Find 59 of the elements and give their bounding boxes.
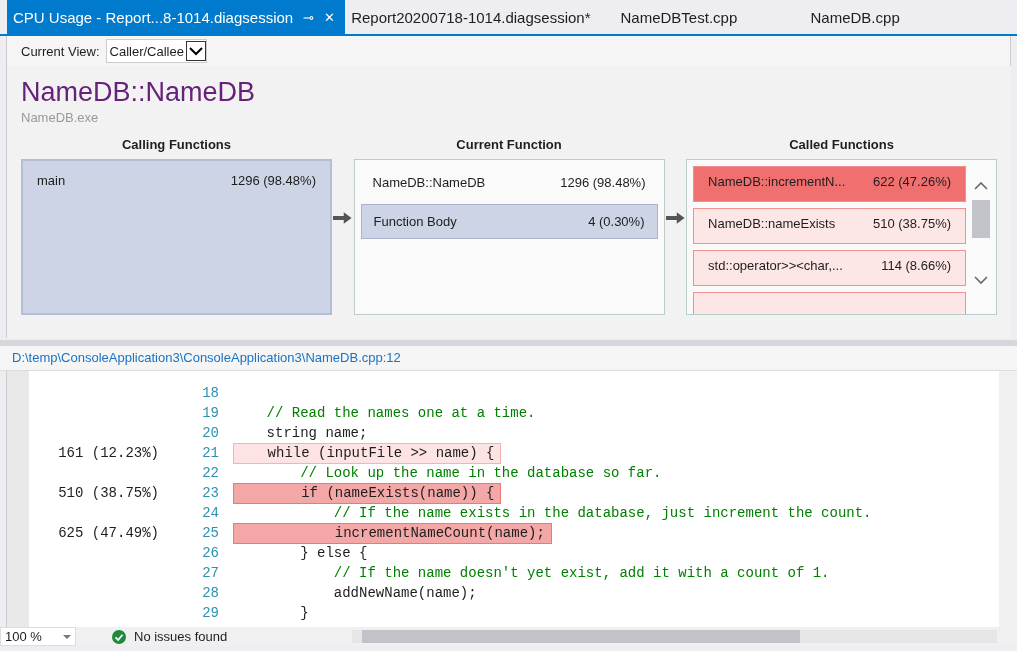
called-function-item[interactable]: NameDB::incrementN... 622 (47.26%): [693, 166, 967, 202]
line-number: 22: [201, 465, 220, 481]
line-number: 18: [201, 385, 220, 401]
code-line: }: [299, 603, 310, 623]
arrow-icon: [665, 211, 686, 225]
function-body-item[interactable]: Function Body 4 (0.30%): [360, 204, 658, 239]
code-line: addNewName(name);: [332, 583, 478, 603]
sample-count: 1296 (98.48%): [560, 175, 646, 190]
called-function-item[interactable]: std::operator>><char,... 114 (8.66%): [693, 250, 967, 286]
document-tab[interactable]: Report20200718-1014.diagsession*: [345, 0, 601, 34]
line-number: 29: [201, 605, 220, 621]
horizontal-scrollbar[interactable]: [352, 630, 997, 643]
zoom-dropdown[interactable]: 100 %: [0, 627, 76, 646]
line-number: 26: [201, 545, 220, 561]
tab-label[interactable]: NameDBTest.cpp: [620, 8, 738, 26]
document-tab[interactable]: NameDBTest.cpp: [600, 0, 791, 34]
code-line: // Look up the name in the database so far.: [299, 463, 663, 483]
code-line: // If the name doesn't yet exist, add it with a count of 1.: [332, 563, 831, 583]
line-number: 27: [201, 565, 220, 581]
sample-count: 625 (47.49%): [57, 525, 159, 541]
sample-count: 161 (12.23%): [57, 445, 159, 461]
function-title: NameDB::NameDB: [21, 76, 257, 108]
tab-label[interactable]: NameDB.cpp: [810, 8, 900, 26]
scroll-down-icon[interactable]: [974, 276, 989, 284]
file-path[interactable]: D:\temp\ConsoleApplication3\ConsoleApplication3\NameDB.cpp:12: [0, 346, 1017, 371]
scrollbar-thumb[interactable]: [972, 200, 991, 238]
sample-count: 1296 (98.48%): [230, 173, 316, 188]
view-dropdown[interactable]: Caller/Callee: [105, 39, 207, 63]
caret-icon[interactable]: [63, 634, 71, 639]
tab-label[interactable]: CPU Usage - Report...8-1014.diagsession: [13, 8, 294, 26]
module-name: NameDB.exe: [21, 110, 100, 125]
issues-status: No issues found: [134, 629, 229, 644]
function-name[interactable]: main: [37, 173, 66, 188]
document-tab[interactable]: NameDB.cpp: [790, 0, 981, 34]
code-line: } else {: [299, 543, 369, 563]
document-tab[interactable]: CPU Usage - Report...8-1014.diagsession ⊸ ✕: [7, 0, 346, 34]
view-label: Current View:: [21, 43, 100, 59]
arrow-icon: [332, 211, 353, 225]
check-icon: [112, 629, 126, 644]
line-number: 21: [201, 445, 220, 461]
pin-icon[interactable]: ⊸: [303, 9, 315, 25]
line-number: 23: [201, 485, 220, 501]
column-heading: Called Functions: [788, 137, 895, 152]
code-line: // Read the names one at a time.: [265, 403, 537, 423]
line-number: 24: [201, 505, 220, 521]
tab-label[interactable]: Report20200718-1014.diagsession*: [351, 8, 591, 26]
line-number: 19: [201, 405, 220, 421]
line-number: 28: [201, 585, 220, 601]
sample-count: 510 (38.75%): [57, 485, 159, 501]
code-line: // If the name exists in the database, just increment the count.: [332, 503, 873, 523]
column-heading: Calling Functions: [120, 137, 232, 152]
code-line: string name;: [265, 423, 369, 443]
column-heading: Current Function: [455, 137, 563, 152]
close-icon[interactable]: ✕: [324, 9, 336, 25]
line-number: 20: [201, 425, 220, 441]
function-name: NameDB::NameDB: [372, 175, 486, 190]
scroll-up-icon[interactable]: [974, 182, 989, 190]
line-number: 25: [201, 525, 220, 541]
called-function-item[interactable]: NameDB::nameExists 510 (38.75%): [693, 208, 967, 244]
